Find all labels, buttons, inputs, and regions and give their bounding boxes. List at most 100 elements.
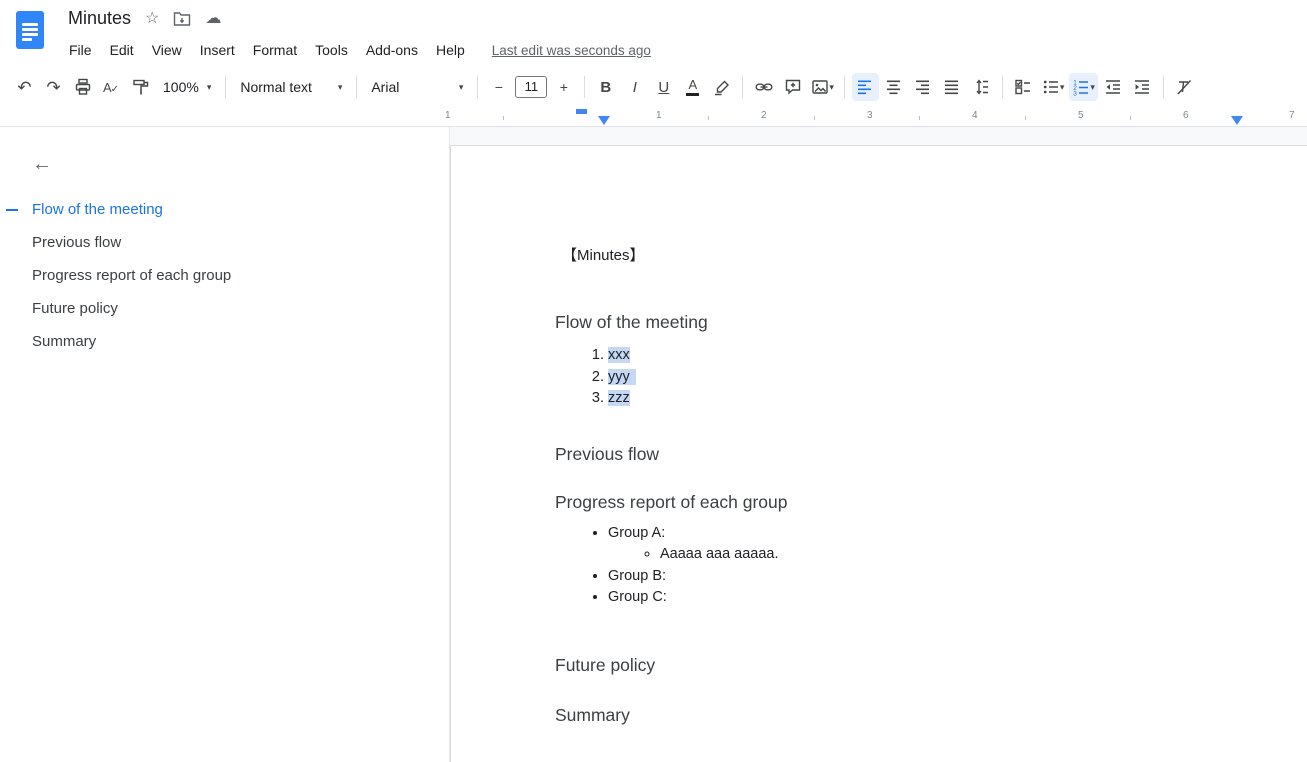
chevron-down-icon: ▾	[207, 83, 212, 92]
menu-bar: File Edit View Insert Format Tools Add-o…	[60, 38, 651, 62]
outline-item-progress-report[interactable]: Progress report of each group	[0, 259, 449, 292]
italic-button[interactable]: I	[621, 73, 648, 101]
bulleted-list-button[interactable]: ▾	[1039, 73, 1068, 101]
paragraph-style-select[interactable]: Normal text▾	[232, 73, 350, 101]
doc-paragraph-intro[interactable]: 【Minutes】	[562, 244, 1267, 265]
add-comment-button[interactable]	[779, 73, 806, 101]
align-center-button[interactable]	[881, 73, 908, 101]
text-color-button[interactable]: A	[679, 73, 706, 101]
decrease-indent-icon	[1104, 78, 1122, 96]
outline-item-flow-of-the-meeting[interactable]: Flow of the meeting	[0, 193, 449, 226]
highlight-color-button[interactable]	[708, 73, 735, 101]
right-indent-marker[interactable]	[1231, 116, 1243, 125]
doc-heading-progress[interactable]: Progress report of each group	[555, 492, 1267, 513]
move-to-folder-icon[interactable]	[173, 11, 191, 27]
google-docs-app: Minutes ☆ ☁ File Edit View Insert Format…	[0, 0, 1307, 762]
chevron-down-icon: ▾	[829, 83, 834, 92]
bulleted-list-icon	[1042, 78, 1060, 96]
align-left-button[interactable]	[852, 73, 879, 101]
increase-indent-icon	[1133, 78, 1151, 96]
menu-view[interactable]: View	[143, 38, 191, 62]
header: Minutes ☆ ☁ File Edit View Insert Format…	[0, 0, 1307, 67]
chevron-down-icon: ▾	[338, 83, 343, 92]
list-item[interactable]: yyy	[608, 367, 1267, 389]
menu-edit[interactable]: Edit	[101, 38, 143, 62]
line-spacing-icon	[972, 78, 990, 96]
menu-file[interactable]: File	[60, 38, 101, 62]
print-button[interactable]	[69, 73, 96, 101]
align-center-icon	[885, 78, 903, 96]
spellcheck-button[interactable]: A✓	[98, 73, 125, 101]
numbered-list-button[interactable]: 123 ▾	[1069, 73, 1098, 101]
ruler-number: 4	[972, 110, 978, 121]
redo-button[interactable]: ↷	[40, 73, 67, 101]
list-item[interactable]: Aaaaa aaa aaaaa.	[660, 544, 1267, 566]
cloud-saved-icon[interactable]: ☁	[205, 11, 221, 27]
outline-item-future-policy[interactable]: Future policy	[0, 292, 449, 325]
increase-indent-button[interactable]	[1129, 73, 1156, 101]
insert-link-icon	[755, 78, 773, 96]
underline-button[interactable]: U	[650, 73, 677, 101]
ruler-number: 7	[1289, 110, 1295, 121]
menu-tools[interactable]: Tools	[306, 38, 357, 62]
list-item[interactable]: Group B:	[608, 566, 1267, 588]
align-left-icon	[856, 78, 874, 96]
active-heading-indicator	[6, 209, 18, 211]
selected-text[interactable]: yyy	[608, 369, 636, 385]
list-item[interactable]: xxx	[608, 345, 1267, 367]
add-comment-icon	[784, 78, 802, 96]
ruler-number: 5	[1078, 110, 1084, 121]
document-title[interactable]: Minutes	[68, 8, 131, 29]
list-item[interactable]: Group A: Aaaaa aaa aaaaa.	[608, 523, 1267, 566]
doc-heading-flow[interactable]: Flow of the meeting	[555, 312, 1267, 333]
line-spacing-button[interactable]	[968, 73, 995, 101]
zoom-select[interactable]: 100%▾	[155, 73, 219, 101]
ruler-number: 3	[867, 110, 873, 121]
list-item[interactable]: zzz	[608, 388, 1267, 410]
doc-heading-summary[interactable]: Summary	[555, 705, 1267, 726]
decrease-indent-button[interactable]	[1100, 73, 1127, 101]
list-item[interactable]: Group C:	[608, 587, 1267, 609]
main-area: ← Flow of the meeting Previous flow Prog…	[0, 127, 1307, 762]
checklist-button[interactable]	[1010, 73, 1037, 101]
menu-add-ons[interactable]: Add-ons	[357, 38, 427, 62]
star-icon[interactable]: ☆	[145, 11, 159, 27]
left-indent-marker[interactable]	[598, 116, 610, 125]
insert-link-button[interactable]	[750, 73, 777, 101]
doc-heading-future[interactable]: Future policy	[555, 655, 1267, 676]
ruler-number: 6	[1183, 110, 1189, 121]
insert-image-button[interactable]: ▾	[808, 73, 837, 101]
first-line-indent-marker[interactable]	[576, 109, 587, 114]
justify-button[interactable]	[939, 73, 966, 101]
decrease-font-size-button[interactable]: −	[485, 73, 512, 101]
text-color-icon: A	[686, 78, 699, 96]
close-outline-button[interactable]: ←	[26, 153, 58, 175]
ruler-number: 2	[761, 110, 767, 121]
selected-text[interactable]: xxx	[608, 347, 630, 363]
doc-heading-previous[interactable]: Previous flow	[555, 444, 1267, 465]
selected-text[interactable]: zzz	[608, 390, 630, 406]
clear-formatting-button[interactable]	[1171, 73, 1198, 101]
outline-list: Flow of the meeting Previous flow Progre…	[0, 193, 449, 358]
menu-help[interactable]: Help	[427, 38, 474, 62]
undo-icon: ↶	[17, 79, 31, 96]
menu-format[interactable]: Format	[244, 38, 306, 62]
menu-insert[interactable]: Insert	[191, 38, 244, 62]
increase-font-size-button[interactable]: +	[550, 73, 577, 101]
last-edit-status[interactable]: Last edit was seconds ago	[492, 43, 651, 58]
numbered-list-icon: 123	[1072, 78, 1090, 96]
outline-item-previous-flow[interactable]: Previous flow	[0, 226, 449, 259]
font-select[interactable]: Arial▾	[363, 73, 471, 101]
align-right-button[interactable]	[910, 73, 937, 101]
docs-logo-icon[interactable]	[16, 11, 44, 49]
bold-button[interactable]: B	[592, 73, 619, 101]
outline-item-summary[interactable]: Summary	[0, 325, 449, 358]
checklist-icon	[1014, 78, 1032, 96]
doc-numbered-list: xxx yyy zzz	[555, 345, 1267, 410]
paint-format-icon	[132, 78, 150, 96]
undo-button[interactable]: ↶	[11, 73, 38, 101]
document-page[interactable]: 【Minutes】 Flow of the meeting xxx yyy zz…	[450, 145, 1307, 762]
paint-format-button[interactable]	[127, 73, 154, 101]
toolbar-divider	[225, 76, 226, 98]
font-size-input[interactable]: 11	[515, 76, 547, 98]
